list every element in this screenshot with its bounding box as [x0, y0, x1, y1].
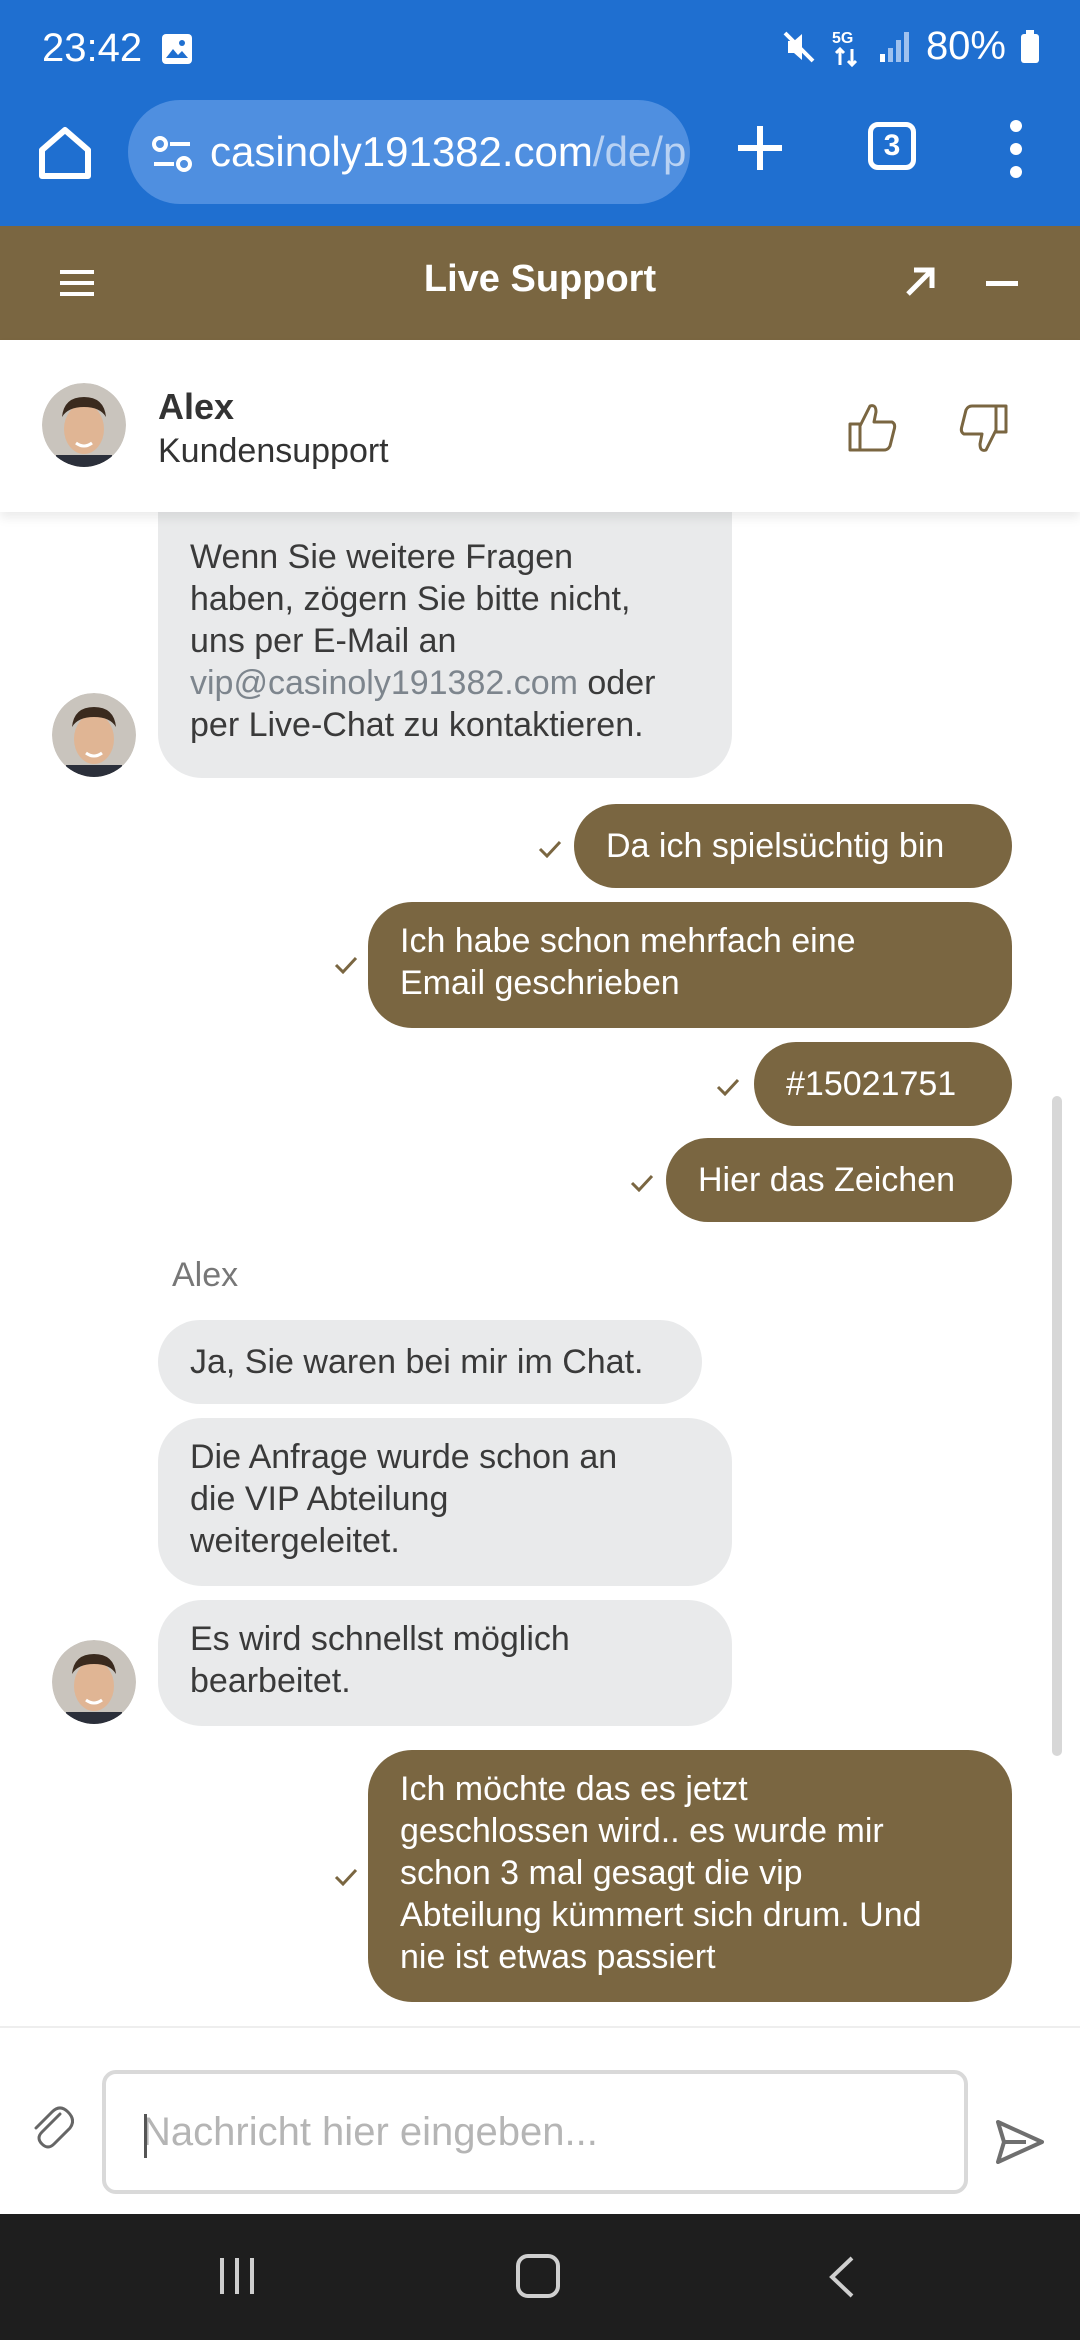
- url-domain: casinoly191382.com: [210, 128, 593, 175]
- thumbs-up-icon[interactable]: [846, 400, 898, 454]
- home-nav-icon[interactable]: [516, 2254, 560, 2298]
- text-cursor: [144, 2114, 147, 2158]
- more-menu-icon[interactable]: [1004, 116, 1028, 182]
- paperclip-icon[interactable]: [30, 2100, 74, 2152]
- email-link[interactable]: vip@casinoly191382.com: [190, 664, 578, 702]
- url-path: /de/p: [592, 128, 687, 175]
- message-line: Es wird schnellst möglich: [190, 1620, 570, 1658]
- agent-avatar: [52, 693, 136, 777]
- agent-avatar: [42, 383, 126, 467]
- agent-message-bubble: Es wird schnellst möglich bearbeitet.: [158, 1600, 732, 1726]
- message-line: Ich habe schon mehrfach eine: [400, 922, 856, 960]
- tab-switcher-button[interactable]: 3: [868, 122, 916, 170]
- message-line: nie ist etwas passiert: [400, 1938, 716, 1976]
- sent-check-icon: [630, 1174, 654, 1192]
- battery-icon: [1021, 29, 1039, 63]
- new-tab-icon[interactable]: [732, 120, 788, 176]
- agent-message-bubble: Wenn Sie weitere Fragen haben, zögern Si…: [158, 512, 732, 778]
- site-settings-icon[interactable]: [150, 132, 194, 176]
- 5g-icon: 5G: [832, 30, 857, 67]
- message-line: Wenn Sie weitere Fragen: [190, 538, 574, 576]
- status-time: 23:42: [42, 26, 143, 70]
- message-line: bearbeitet.: [190, 1662, 351, 1700]
- message-line: weitergeleitet.: [190, 1522, 400, 1560]
- system-nav-bar: [0, 2214, 1080, 2340]
- sent-check-icon: [334, 956, 358, 974]
- chat-message-list[interactable]: Wenn Sie weitere Fragen haben, zögern Si…: [0, 512, 1080, 2026]
- address-bar[interactable]: casinoly191382.com/de/p: [128, 100, 690, 204]
- sender-name: Alex: [172, 1256, 239, 1294]
- sent-check-icon: [538, 840, 562, 858]
- signal-icon: [879, 31, 909, 62]
- recent-apps-icon[interactable]: [216, 2256, 258, 2296]
- status-bar: 23:42 5G 80%: [0, 0, 1080, 96]
- message-line: Ich möchte das es jetzt: [400, 1770, 748, 1808]
- message-line: vip@casinoly191382.com oder: [190, 662, 700, 704]
- live-support-header: Live Support: [0, 226, 1080, 340]
- message-line: Email geschrieben: [400, 964, 680, 1002]
- back-icon[interactable]: [826, 2254, 856, 2300]
- message-input[interactable]: [102, 2070, 968, 2194]
- battery-percent: 80%: [925, 24, 1006, 68]
- status-icons: 5G 80%: [782, 24, 1040, 69]
- message-line: die VIP Abteilung: [190, 1480, 449, 1518]
- chat-scrollbar[interactable]: [1052, 1096, 1062, 1756]
- agent-avatar: [52, 1640, 136, 1724]
- message-composer: [0, 2026, 1080, 2214]
- send-icon[interactable]: [996, 2120, 1044, 2164]
- url-text[interactable]: casinoly191382.com/de/p: [210, 128, 686, 176]
- svg-text:5G: 5G: [832, 30, 853, 47]
- message-text: oder: [577, 664, 656, 702]
- sent-check-icon: [716, 1078, 740, 1096]
- sent-check-icon: [334, 1868, 358, 1886]
- home-icon[interactable]: [34, 122, 96, 184]
- agent-role: Kundensupport: [158, 432, 389, 470]
- agent-header: Alex Kundensupport: [0, 340, 1080, 512]
- agent-name: Alex: [158, 386, 235, 427]
- message-line: schon 3 mal gesagt die vip: [400, 1854, 803, 1892]
- thumbs-down-icon[interactable]: [958, 402, 1010, 456]
- user-message-bubble: Ich habe schon mehrfach eine Email gesch…: [368, 902, 1012, 1028]
- message-line: Die Anfrage wurde schon an: [190, 1438, 618, 1476]
- gallery-icon: [162, 34, 192, 64]
- browser-toolbar: casinoly191382.com/de/p 3: [0, 96, 1080, 226]
- mute-icon: [783, 31, 815, 62]
- message-line: geschlossen wird.. es wurde mir: [400, 1812, 884, 1850]
- user-message-bubble: Ich möchte das es jetzt geschlossen wird…: [368, 1750, 1012, 2002]
- user-message-bubble: Hier das Zeichen: [666, 1138, 1012, 1222]
- user-message-bubble: #15021751: [754, 1042, 1012, 1126]
- pop-out-icon[interactable]: [900, 262, 940, 302]
- agent-message-bubble: Ja, Sie waren bei mir im Chat.: [158, 1320, 702, 1404]
- minimize-icon[interactable]: [986, 281, 1018, 286]
- agent-message-bubble: Die Anfrage wurde schon an die VIP Abtei…: [158, 1418, 732, 1586]
- user-message-bubble: Da ich spielsüchtig bin: [574, 804, 1012, 888]
- message-line: Abteilung kümmert sich drum. Und: [400, 1896, 922, 1934]
- message-line: per Live-Chat zu kontaktieren.: [190, 706, 644, 744]
- message-line: haben, zögern Sie bitte nicht,: [190, 580, 631, 618]
- message-line: uns per E-Mail an: [190, 622, 457, 660]
